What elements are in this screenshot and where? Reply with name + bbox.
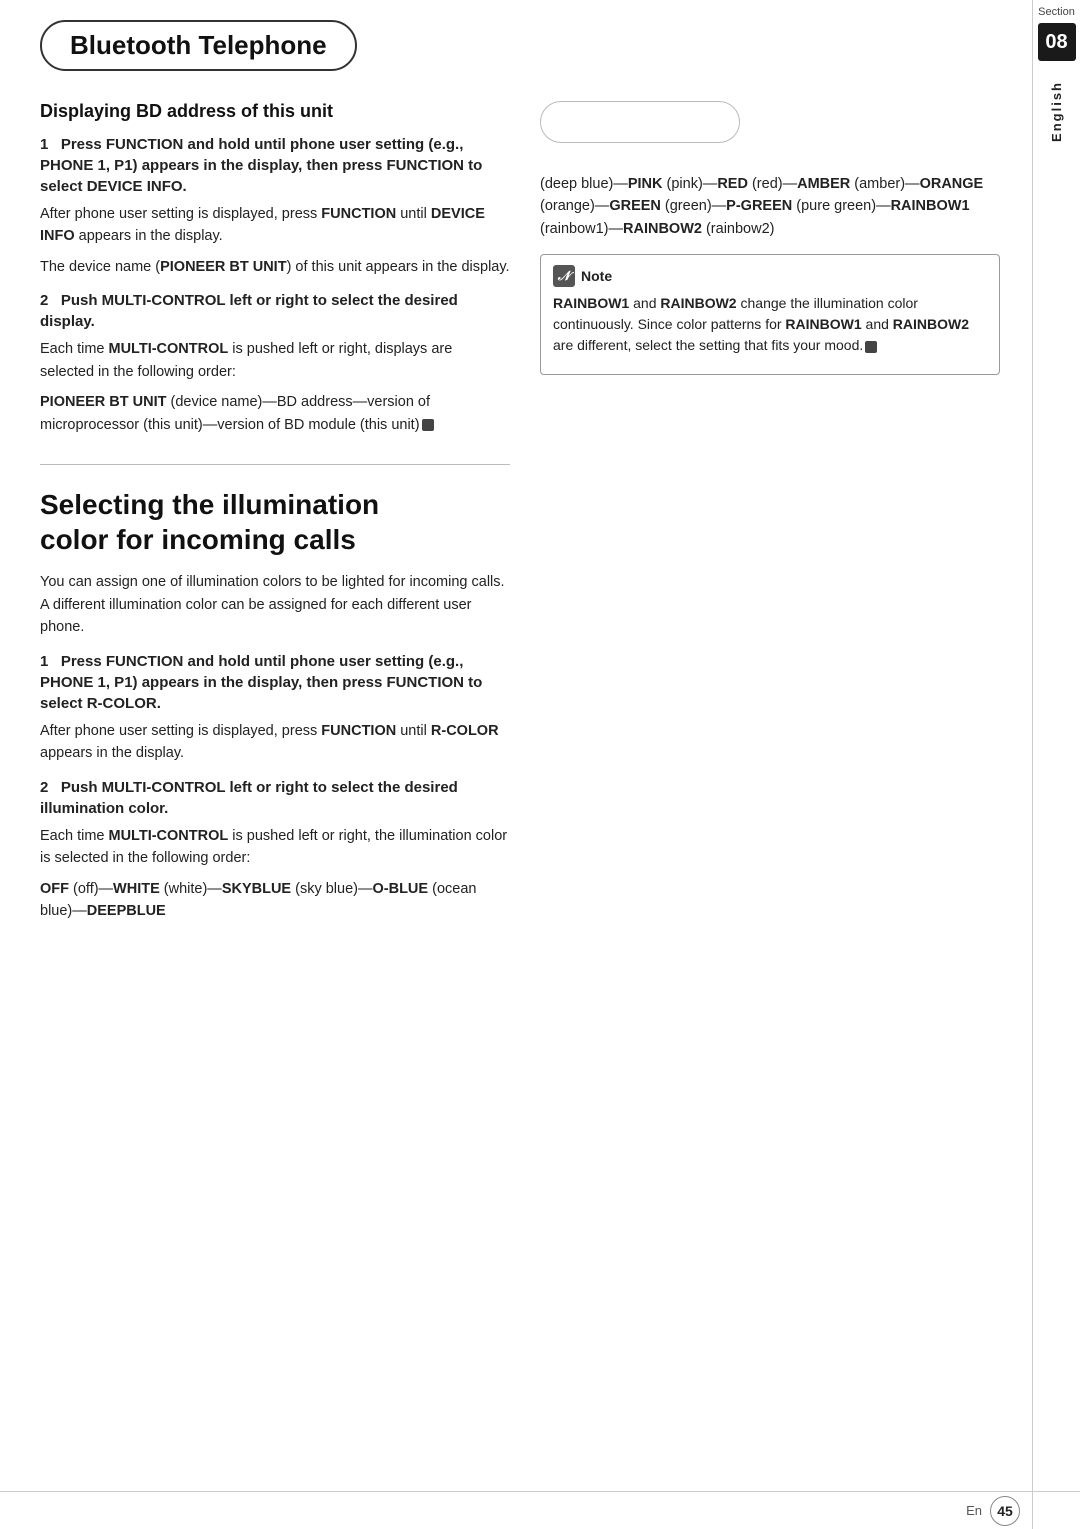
note-body: RAINBOW1 and RAINBOW2 change the illumin… (553, 293, 987, 356)
right-top-pill (540, 101, 740, 143)
two-col-layout: Displaying BD address of this unit 1 Pre… (40, 101, 1000, 931)
left-column: Displaying BD address of this unit 1 Pre… (40, 101, 510, 931)
page-title: Bluetooth Telephone (70, 30, 327, 61)
en-label: En (966, 1503, 982, 1518)
section2-step2-body1: Each time MULTI-CONTROL is pushed left o… (40, 825, 510, 870)
note-header: 𝒩 Note (553, 265, 987, 287)
note-icon: 𝒩 (553, 265, 575, 287)
language-label: English (1049, 81, 1064, 142)
section1-step1-heading: 1 Press FUNCTION and hold until phone us… (40, 134, 510, 197)
bottom-bar: En 45 (0, 1491, 1080, 1529)
colors-continuation: (deep blue)—PINK (pink)—RED (red)—AMBER … (540, 173, 1000, 240)
page: Section 08 English Bluetooth Telephone D… (0, 0, 1080, 1529)
section2-heading: Selecting the illuminationcolor for inco… (40, 487, 510, 557)
section2-step2-heading: 2 Push MULTI-CONTROL left or right to se… (40, 777, 510, 819)
note-label: Note (581, 268, 612, 284)
section2-step2-body2: OFF (off)—WHITE (white)—SKYBLUE (sky blu… (40, 878, 510, 923)
section1-step1-body1: After phone user setting is displayed, p… (40, 203, 510, 248)
section-number: 08 (1038, 23, 1076, 61)
page-number: 45 (990, 1496, 1020, 1526)
section1-step2-body1: Each time MULTI-CONTROL is pushed left o… (40, 338, 510, 383)
section-divider (40, 464, 510, 465)
section1-heading: Displaying BD address of this unit (40, 101, 510, 122)
right-sidebar: Section 08 English (1032, 0, 1080, 1529)
note-box: 𝒩 Note RAINBOW1 and RAINBOW2 change the … (540, 254, 1000, 375)
stop-symbol (422, 419, 434, 431)
section1-step2-body2: PIONEER BT UNIT (device name)—BD address… (40, 391, 510, 436)
section2-step1-heading: 1 Press FUNCTION and hold until phone us… (40, 651, 510, 714)
section1-step1-body2: The device name (PIONEER BT UNIT) of thi… (40, 256, 510, 278)
right-column: (deep blue)—PINK (pink)—RED (red)—AMBER … (540, 101, 1000, 931)
section2-step1-body: After phone user setting is displayed, p… (40, 720, 510, 765)
section2-intro: You can assign one of illumination color… (40, 571, 510, 638)
section-label: Section (1038, 6, 1075, 19)
section1-step2-heading: 2 Push MULTI-CONTROL left or right to se… (40, 290, 510, 332)
main-content: Bluetooth Telephone Displaying BD addres… (0, 0, 1030, 971)
note-stop-symbol (865, 341, 877, 353)
page-title-box: Bluetooth Telephone (40, 20, 357, 71)
